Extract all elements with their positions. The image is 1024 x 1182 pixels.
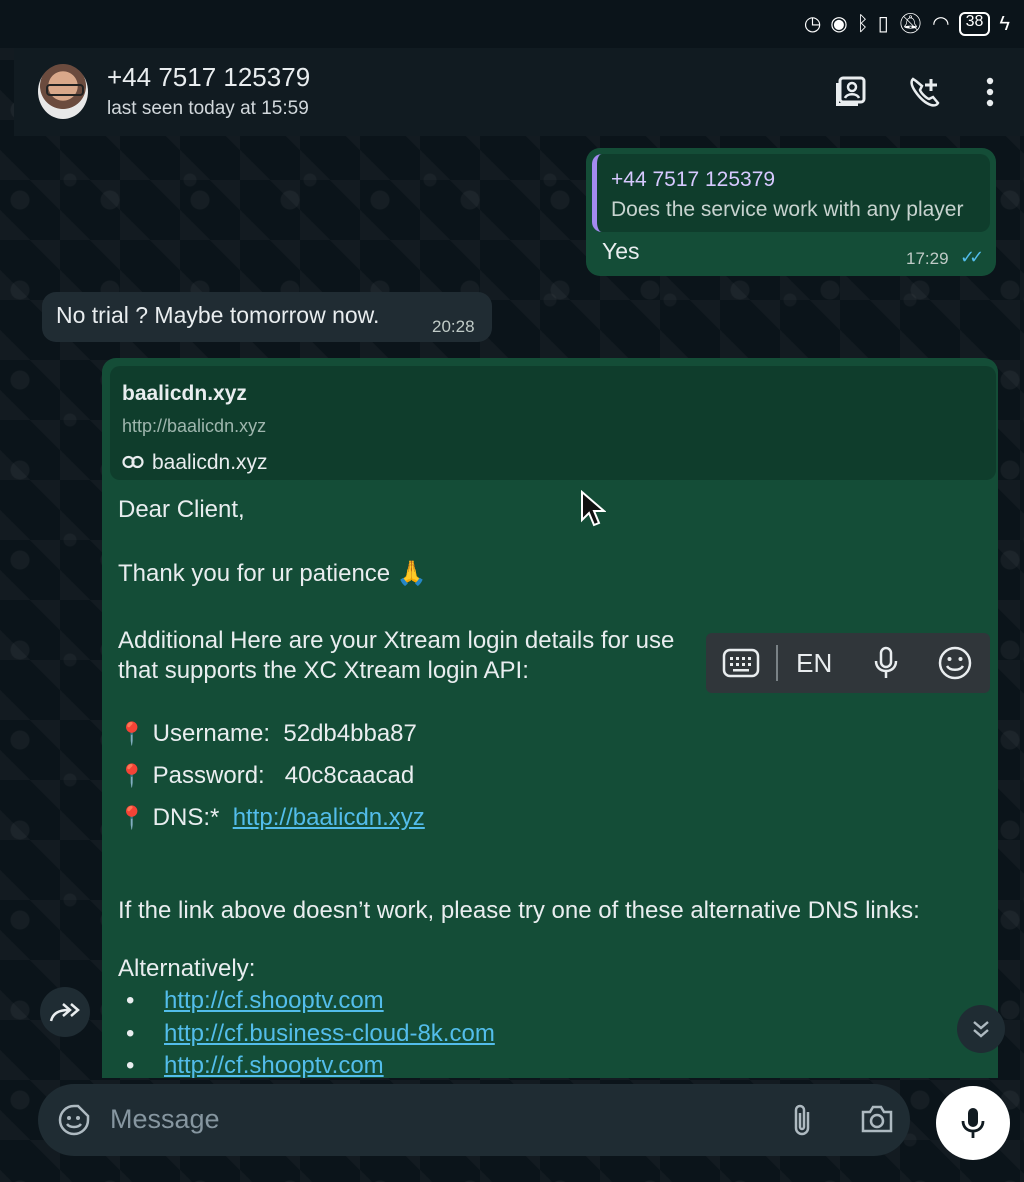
username-row: 📍 Username: 52db4bba87 — [118, 720, 417, 748]
quoted-text: Does the service work with any player — [611, 198, 964, 221]
message-composer: Message — [38, 1084, 910, 1156]
link-preview-url: http://baalicdn.xyz — [122, 416, 267, 436]
camera-icon[interactable] — [860, 1104, 894, 1139]
message-input[interactable]: Message — [110, 1104, 220, 1135]
alt-link[interactable]: http://cf.shooptv.com — [164, 987, 384, 1014]
pin-icon: 📍 — [118, 805, 146, 830]
avatar[interactable] — [38, 64, 88, 119]
pin-icon: 📍 — [118, 763, 146, 788]
link-icon — [122, 451, 144, 475]
outgoing-message-long[interactable]: baalicdn.xyz http://baalicdn.xyz baalicd… — [102, 358, 998, 1080]
emoji-icon[interactable] — [921, 633, 991, 693]
contact-name[interactable]: +44 7517 125379 — [107, 62, 310, 93]
intro-line-2: that supports the XC Xtream login API: — [118, 657, 529, 684]
read-receipt-icon: ✓✓ — [960, 247, 984, 267]
incoming-message[interactable]: No trial ? Maybe tomorrow now. 20:28 — [42, 292, 492, 342]
outgoing-message[interactable]: +44 7517 125379 Does the service work wi… — [586, 148, 996, 276]
password-value: 40c8caacad — [284, 762, 415, 789]
password-row: 📍 Password: 40c8caacad — [118, 762, 414, 790]
mute-icon: 🔕︎ — [897, 13, 924, 35]
message-text: Yes — [602, 238, 640, 264]
bluetooth-icon: ᛒ — [856, 13, 869, 35]
username-value: 52db4bba87 — [283, 720, 417, 747]
bullet: • — [126, 1052, 135, 1079]
message-time: 17:29 — [906, 249, 949, 268]
forward-button[interactable] — [40, 987, 90, 1037]
contact-card-icon[interactable] — [832, 74, 868, 110]
microphone-icon[interactable] — [851, 633, 921, 693]
message-time: 20:28 — [432, 317, 475, 336]
bullet: • — [126, 987, 135, 1014]
more-icon[interactable] — [972, 74, 1008, 110]
eye-icon: ◉ — [830, 13, 848, 35]
link-domain-text: baalicdn.xyz — [152, 451, 268, 474]
dns-link[interactable]: http://baalicdn.xyz — [233, 804, 425, 831]
link-preview-domain: baalicdn.xyz — [122, 451, 268, 475]
message-text: No trial ? Maybe tomorrow now. — [56, 302, 380, 328]
last-seen-status: last seen today at 15:59 — [107, 98, 309, 119]
username-label: Username: — [152, 720, 271, 747]
alt-link[interactable]: http://cf.shooptv.com — [164, 1052, 384, 1079]
alt-link-row: • http://cf.shooptv.com — [118, 1052, 384, 1080]
attach-icon[interactable] — [790, 1102, 814, 1143]
sticker-icon[interactable] — [58, 1104, 90, 1141]
mouse-cursor-icon — [580, 489, 607, 533]
status-bar: ◷ ◉ ᛒ ▯ 🔕︎ ◠ 38 ϟ — [0, 0, 1024, 48]
link-preview[interactable]: baalicdn.xyz http://baalicdn.xyz baalicd… — [110, 366, 996, 480]
quoted-sender: +44 7517 125379 — [611, 168, 776, 191]
forward-icon — [49, 1003, 80, 1022]
intro-line-1: Additional Here are your Xtream login de… — [118, 627, 675, 654]
speed-icon: ◷ — [803, 13, 822, 35]
alt-intro: If the link above doesn’t work, please t… — [118, 897, 920, 924]
keyboard-icon[interactable] — [706, 633, 776, 693]
alt-link-row: • http://cf.business-cloud-8k.com — [118, 1020, 495, 1048]
link-preview-title: baalicdn.xyz — [122, 382, 247, 405]
add-call-icon[interactable] — [906, 74, 942, 110]
dns-label: DNS:* — [152, 804, 220, 831]
quoted-message[interactable]: +44 7517 125379 Does the service work wi… — [592, 154, 990, 232]
vibrate-icon: ▯ — [877, 13, 889, 35]
chat-header: +44 7517 125379 last seen today at 15:59 — [14, 48, 1024, 136]
language-toggle[interactable]: EN — [778, 633, 851, 693]
dns-row: 📍 DNS:* http://baalicdn.xyz — [118, 804, 425, 832]
pin-icon: 📍 — [118, 721, 146, 746]
mic-icon — [961, 1108, 985, 1138]
greeting: Dear Client, — [118, 496, 245, 523]
scroll-to-bottom-button[interactable] — [957, 1005, 1005, 1053]
battery-icon: 38 — [958, 12, 991, 36]
password-label: Password: — [152, 762, 265, 789]
thanks-line: Thank you for ur patience 🙏 — [118, 560, 427, 587]
double-chevron-down-icon — [973, 1021, 989, 1038]
alt-link-row: • http://cf.shooptv.com — [118, 987, 384, 1015]
wifi-icon: ◠ — [932, 13, 950, 35]
alt-link[interactable]: http://cf.business-cloud-8k.com — [164, 1020, 495, 1047]
charging-icon: ϟ — [999, 13, 1010, 35]
alternatively-label: Alternatively: — [118, 955, 256, 982]
voice-record-button[interactable] — [936, 1086, 1010, 1160]
bullet: • — [126, 1020, 135, 1047]
keyboard-toolbar: EN — [706, 633, 990, 693]
